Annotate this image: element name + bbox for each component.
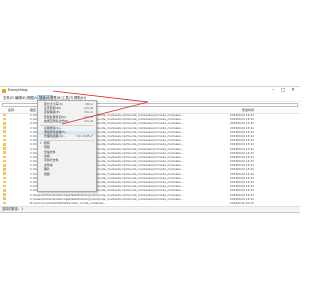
folder-icon	[3, 155, 6, 159]
menu-item[interactable]: 视频	[38, 171, 96, 177]
folder-icon	[3, 126, 6, 129]
menu-item[interactable]: 启用正则表达式(R) Ctrl+R	[38, 119, 96, 124]
folder-icon	[3, 197, 6, 201]
menu-item-label: 启用正则表达式(R)	[44, 119, 69, 124]
status-bar: 选择的数量：1	[0, 206, 300, 212]
everything-app-icon	[2, 89, 6, 93]
folder-icon	[3, 151, 6, 154]
folder-icon	[3, 184, 6, 188]
menu-item-label: 管理筛选器(O)...	[44, 134, 66, 139]
title-bar: Everything – □ ✕	[0, 87, 300, 95]
folder-icon	[3, 201, 6, 205]
window-title: Everything	[8, 88, 28, 92]
search-menu-dropdown: 区分大小写(C) Ctrl+I 全字匹配(W) Ctrl+B 匹配路径(P) Ctrl+U…	[37, 100, 97, 192]
folder-icon	[3, 130, 6, 134]
folder-icon	[3, 193, 6, 196]
folder-icon	[3, 163, 6, 167]
folder-icon	[3, 113, 6, 117]
folder-icon	[3, 147, 6, 150]
menu-item-shortcut: Ctrl+R	[84, 120, 93, 124]
folder-icon	[3, 180, 6, 184]
folder-icon	[3, 134, 6, 138]
maximize-button[interactable]: □	[278, 87, 288, 95]
menu-item-label: 视频	[44, 171, 50, 176]
folder-icon	[3, 138, 6, 142]
folder-icon	[3, 172, 6, 175]
folder-icon	[3, 122, 6, 125]
minimize-button[interactable]: –	[268, 87, 278, 95]
folder-icon	[3, 189, 6, 192]
folder-icon	[3, 143, 6, 146]
status-text: 选择的数量：1	[2, 207, 24, 211]
menu-item[interactable]: 管理筛选器(O)... Ctrl+Shift+F	[38, 134, 96, 139]
close-button[interactable]: ✕	[288, 87, 298, 95]
check-icon: ✔	[39, 140, 43, 145]
menu-item-shortcut: Ctrl+Shift+F	[76, 135, 93, 139]
folder-icon	[3, 117, 6, 121]
folder-icon	[3, 159, 6, 163]
menu-item-shortcut: Ctrl+M	[83, 115, 93, 119]
folder-icon	[3, 168, 6, 171]
menu-item-shortcut: Ctrl+I	[85, 102, 93, 106]
folder-icon	[3, 176, 6, 180]
menu-item-shortcut: Ctrl+U	[84, 111, 93, 115]
